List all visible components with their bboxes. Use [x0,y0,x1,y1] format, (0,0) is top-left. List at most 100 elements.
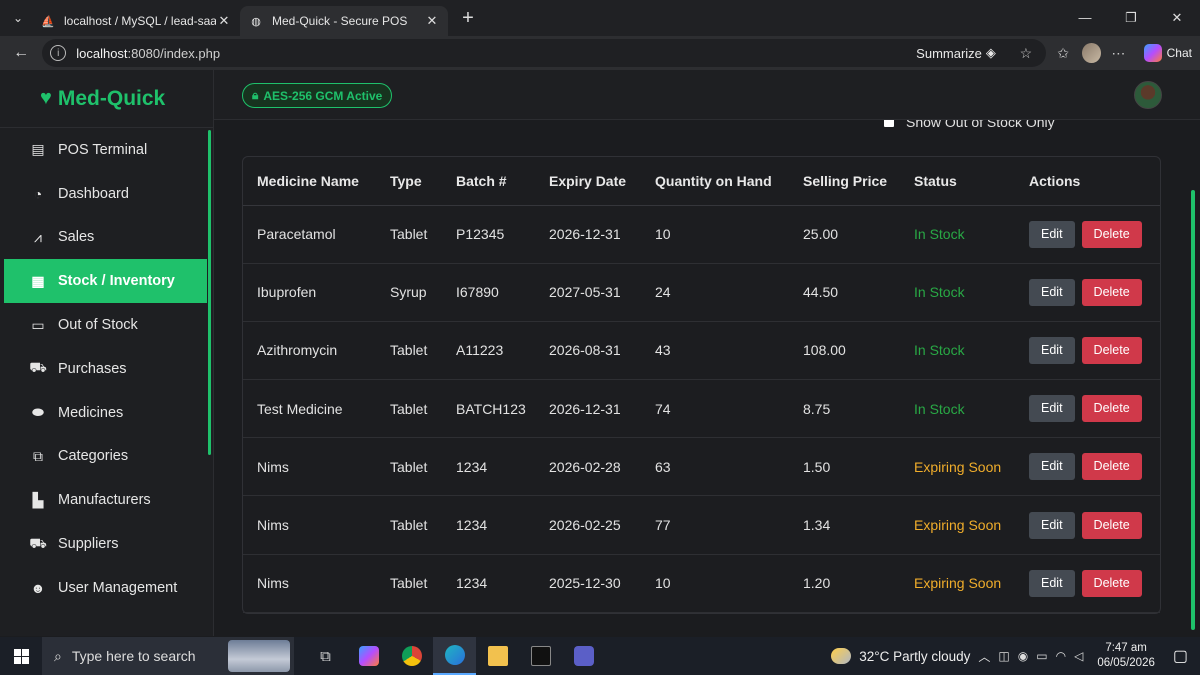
info-icon[interactable]: i [50,45,67,61]
edge-icon[interactable] [433,637,476,675]
weather-text[interactable]: 32°C Partly cloudy [859,649,970,664]
table-row: Nims Tablet 1234 2026-02-25 77 1.34 Expi… [243,495,1160,555]
battery-icon[interactable]: ▭ [1036,649,1047,663]
cell-expiry: 2026-12-31 [535,205,641,264]
close-icon[interactable]: ✕ [424,13,440,29]
cart-icon: ⛟ [29,359,47,376]
copilot-app-icon[interactable] [347,637,390,675]
summarize-button[interactable]: Summarize ◈ [916,45,996,61]
profile-avatar[interactable] [1082,43,1102,63]
cell-medicine-name: Ibuprofen [243,263,376,322]
wifi-icon[interactable]: ◠ [1056,649,1066,663]
url-host: localhost [76,45,128,61]
minimize-icon[interactable]: — [1062,10,1108,26]
cell-type: Syrup [376,263,442,322]
edit-button[interactable]: Edit [1029,278,1075,306]
browser-tab-phpmyadmin[interactable]: ⛵ localhost / MySQL / lead-saas / lea ✕ [32,6,240,36]
col-actions: Actions [1015,157,1160,206]
file-explorer-icon[interactable] [476,637,519,675]
sidebar-item-label: Manufacturers [58,492,151,509]
brand-logo[interactable]: ♥ Med-Quick [0,70,213,128]
sidebar-scrollbar[interactable] [208,130,211,455]
sidebar-item-categories[interactable]: ⧉ Categories [4,435,207,479]
chrome-icon[interactable] [390,637,433,675]
page-scrollbar[interactable] [1191,190,1195,630]
sidebar-item-purchases[interactable]: ⛟ Purchases [4,347,207,391]
user-avatar[interactable] [1134,81,1162,109]
back-arrow-icon[interactable]: ← [8,39,34,67]
col-medicine-name[interactable]: Medicine Name [243,157,376,206]
tab-list-button[interactable]: ⌄ [4,4,32,32]
notification-icon[interactable]: ▢ [1173,646,1188,666]
chevron-up-icon[interactable]: ︿ [978,648,990,665]
cell-status: Expiring Soon [900,437,1015,497]
url-input[interactable]: i localhost:8080/index.php Summarize ◈ ☆ [42,39,1046,67]
security-icon[interactable]: ◉ [1018,649,1028,663]
table-row: Azithromycin Tablet A11223 2026-08-31 43… [243,321,1160,381]
volume-icon[interactable]: ◁ [1074,649,1083,663]
task-view-icon[interactable]: ⧉ [304,637,347,675]
windows-start-icon[interactable] [0,648,42,664]
favorite-star-icon[interactable]: ☆ [1014,45,1038,62]
cell-price: 108.00 [789,321,900,381]
sidebar-item-sales[interactable]: ⩘ Sales [4,216,207,260]
close-icon[interactable]: ✕ [216,13,232,29]
edit-button[interactable]: Edit [1029,453,1075,481]
edit-button[interactable]: Edit [1029,569,1075,597]
delete-button[interactable]: Delete [1081,336,1142,364]
close-window-icon[interactable]: ✕ [1154,10,1200,26]
clock-time: 7:47 am [1105,642,1147,654]
teams-icon[interactable] [562,637,605,675]
cell-batch: A11223 [442,321,535,381]
weather-icon[interactable] [831,648,852,664]
sidebar-item-dashboard[interactable]: ◔ Dashboard [4,172,207,216]
meet-icon[interactable]: ◫ [998,649,1009,663]
cell-batch: 1234 [442,554,535,613]
col-batch[interactable]: Batch # [442,157,535,206]
cash-register-icon: ▤ [31,141,45,158]
sidebar-item-label: User Management [58,579,178,596]
sidebar-item-medicines[interactable]: ⬬ Medicines [4,391,207,435]
search-highlight-image [228,640,290,672]
edit-button[interactable]: Edit [1029,220,1075,248]
delete-button[interactable]: Delete [1081,220,1142,248]
edit-button[interactable]: Edit [1029,511,1075,539]
more-options-icon[interactable]: ⋯ [1107,45,1129,62]
restore-icon[interactable]: ❐ [1108,10,1154,26]
favorites-icon[interactable]: ✩ [1052,45,1074,62]
cell-type: Tablet [376,205,442,264]
sidebar-item-stock-inventory[interactable]: ▦ Stock / Inventory [4,259,207,304]
cell-type: Tablet [376,321,442,381]
col-quantity-on-hand[interactable]: Quantity on Hand [641,157,789,206]
out-of-stock-filter[interactable]: Show Out of Stock Only [884,120,1055,130]
sidebar-item-suppliers[interactable]: ⛟ Suppliers [4,522,207,566]
cell-batch: P12345 [442,205,535,264]
clock[interactable]: 7:47 am 06/05/2026 [1097,641,1155,671]
edit-button[interactable]: Edit [1029,395,1075,423]
sidebar-item-user-management[interactable]: ☻ User Management [4,566,207,610]
cell-batch: 1234 [442,437,535,497]
cell-status: In Stock [900,379,1015,439]
filter-checkbox[interactable] [884,120,894,127]
browser-tab-medquick[interactable]: ◍ Med-Quick - Secure POS ✕ [240,6,448,36]
cell-batch: 1234 [442,495,535,555]
delete-button[interactable]: Delete [1081,395,1142,423]
edit-button[interactable]: Edit [1029,336,1075,364]
sidebar-item-out-of-stock[interactable]: ▭ Out of Stock [4,303,207,347]
copilot-chat-button[interactable]: Chat [1143,44,1192,62]
new-tab-button[interactable]: + [454,4,482,32]
delete-button[interactable]: Delete [1081,569,1142,597]
delete-button[interactable]: Delete [1081,453,1142,481]
col-status[interactable]: Status [900,157,1015,206]
delete-button[interactable]: Delete [1081,278,1142,306]
sidebar-item-manufacturers[interactable]: ▙ Manufacturers [4,478,207,522]
taskbar-search-input[interactable]: ⌕ Type here to search [42,637,294,675]
terminal-icon[interactable] [519,637,562,675]
col-selling-price[interactable]: Selling Price [789,157,900,206]
col-expiry-date[interactable]: Expiry Date [535,157,641,206]
col-type[interactable]: Type [376,157,442,206]
cell-actions: Edit Delete [1015,263,1160,322]
sidebar-item-pos-terminal[interactable]: ▤ POS Terminal [4,128,207,172]
delete-button[interactable]: Delete [1081,511,1142,539]
sidebar-item-label: Suppliers [58,536,119,553]
